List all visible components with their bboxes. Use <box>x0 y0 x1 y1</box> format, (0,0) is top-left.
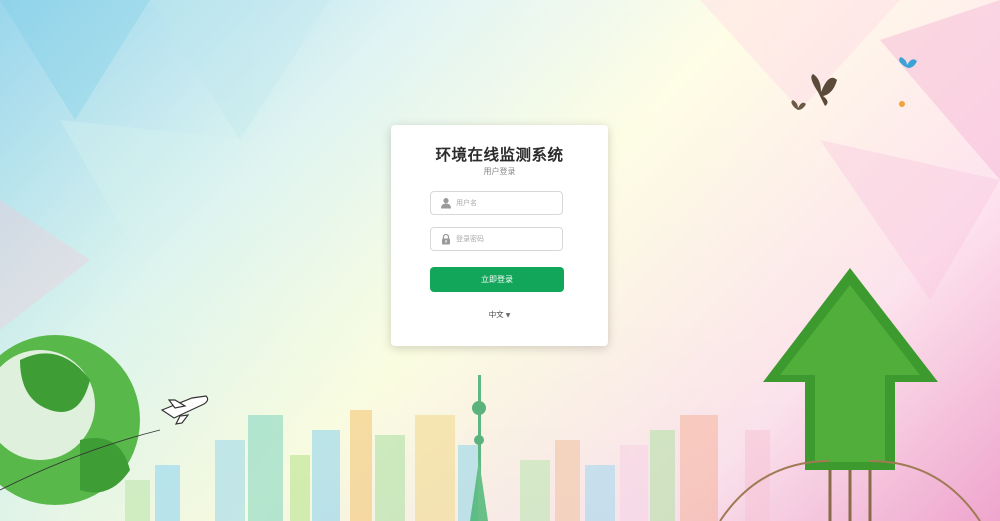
login-button[interactable]: 立即登录 <box>430 267 564 292</box>
language-label: 中文 <box>488 310 504 319</box>
language-selector[interactable]: 中文 ▼ <box>391 309 608 320</box>
login-card: 环境在线监测系统 用户登录 立即登录 中文▼ <box>391 125 608 346</box>
app-title: 环境在线监测系统 <box>435 146 564 164</box>
username-field[interactable] <box>430 191 563 215</box>
password-input[interactable] <box>456 231 556 247</box>
user-icon <box>441 198 451 209</box>
caret-down-icon: ▼ <box>505 312 511 319</box>
airplane-doodle <box>160 395 209 425</box>
login-subtitle: 用户登录 <box>483 167 516 176</box>
username-input[interactable] <box>456 195 556 211</box>
lock-icon <box>442 233 450 245</box>
city-skyline <box>125 410 770 521</box>
password-field[interactable] <box>430 227 563 251</box>
